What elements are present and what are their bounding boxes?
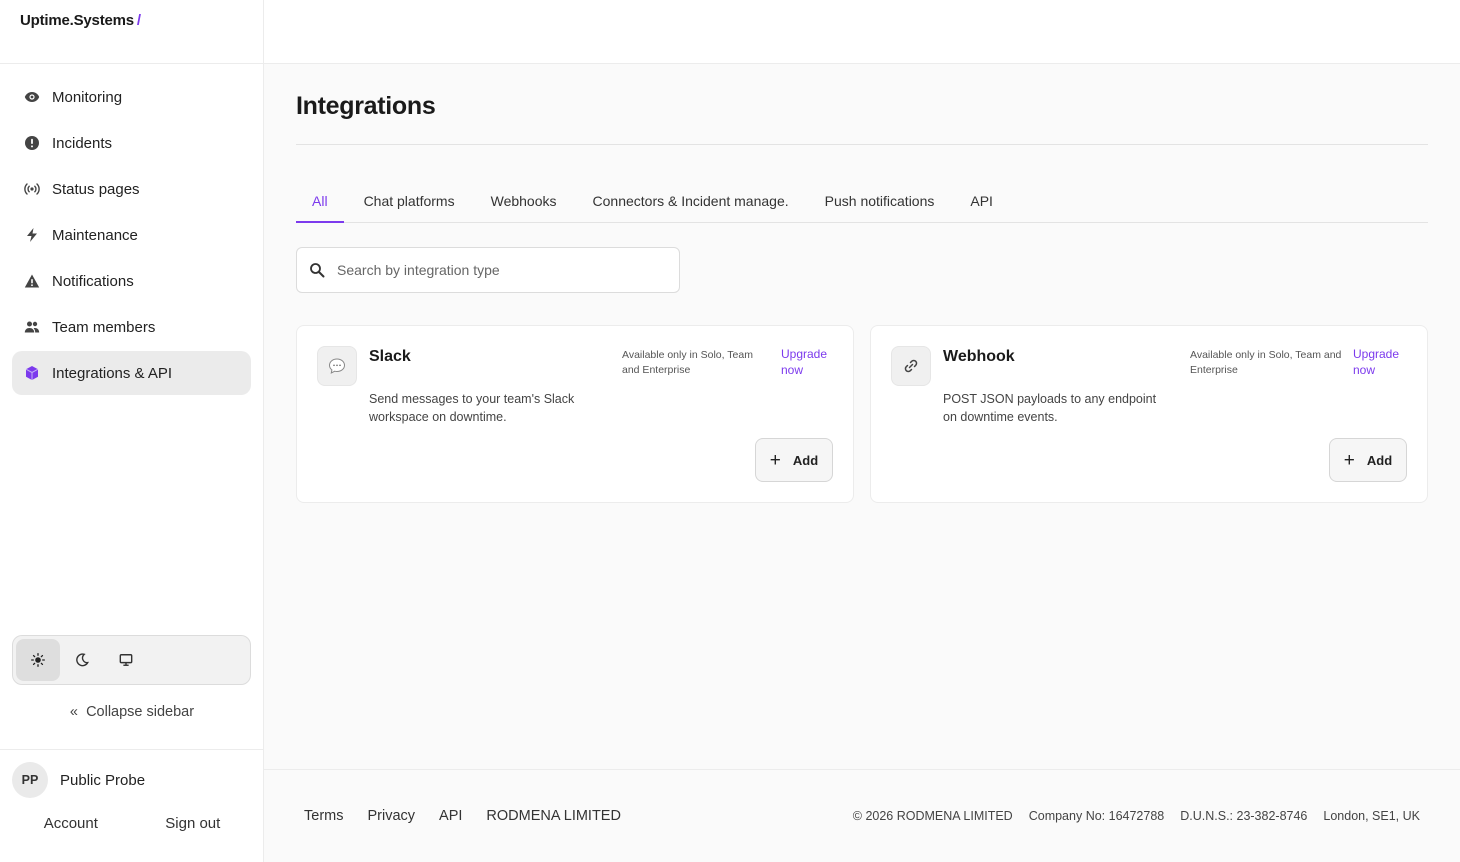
footer-link-api[interactable]: API: [439, 808, 462, 824]
title-divider: [296, 144, 1428, 145]
theme-dark-button[interactable]: [60, 639, 104, 681]
brand-slash: /: [136, 12, 141, 29]
top-bar: [264, 0, 1460, 64]
page-title: Integrations: [296, 92, 436, 120]
tab-chat-platforms[interactable]: Chat platforms: [348, 179, 471, 222]
plus-icon: +: [1343, 449, 1355, 471]
sidebar-item-label: Team members: [52, 318, 156, 336]
sidebar-item-label: Incidents: [52, 134, 113, 152]
tab-api[interactable]: API: [954, 179, 1009, 222]
footer: Terms Privacy API RODMENA LIMITED © 2026…: [264, 769, 1460, 862]
link-icon: [891, 346, 931, 386]
collapse-sidebar-label: Collapse sidebar: [86, 704, 195, 720]
availability-note: Available only in Solo, Team and Enterpr…: [1190, 349, 1342, 376]
card-description: POST JSON payloads to any endpoint on do…: [943, 392, 1157, 424]
search-input[interactable]: [337, 262, 667, 278]
sidebar: Uptime.Systems / Monitoring Incidents Sta…: [0, 0, 264, 862]
footer-company-number: Company No: 16472788: [1028, 809, 1165, 823]
sun-icon: [31, 653, 45, 667]
tab-all[interactable]: All: [296, 179, 344, 223]
account-link[interactable]: Account: [44, 815, 98, 832]
card-description: Send messages to your team's Slack works…: [369, 392, 575, 424]
sidebar-item-integrations-api[interactable]: Integrations & API: [12, 351, 251, 395]
sidebar-item-maintenance[interactable]: Maintenance: [12, 213, 251, 257]
sidebar-item-label: Notifications: [52, 272, 134, 290]
user-profile[interactable]: PP Public Probe: [0, 750, 264, 810]
sidebar-item-monitoring[interactable]: Monitoring: [12, 75, 251, 119]
upgrade-now-link[interactable]: Upgrade now: [1353, 346, 1408, 378]
footer-link-company[interactable]: RODMENA LIMITED: [486, 808, 621, 824]
main-content: Integrations All Chat platforms Webhooks…: [296, 64, 1428, 503]
sidebar-item-label: Monitoring: [52, 88, 123, 106]
add-button-label: Add: [792, 452, 819, 468]
plus-icon: +: [769, 449, 781, 471]
lightning-icon: [24, 227, 40, 243]
integration-tabs: All Chat platforms Webhooks Connectors &…: [296, 179, 1428, 223]
user-name: Public Probe: [60, 771, 146, 789]
eye-icon: [24, 89, 40, 105]
search-icon: [310, 263, 325, 278]
search-box: [296, 247, 680, 293]
integration-cards: Slack Send messages to your team's Slack…: [296, 325, 1428, 503]
sidebar-item-notifications[interactable]: Notifications: [12, 259, 251, 303]
sidebar-item-label: Status pages: [52, 180, 140, 198]
user-area: PP Public Probe Account Sign out: [0, 749, 264, 862]
theme-system-button[interactable]: [104, 639, 148, 681]
sidebar-item-label: Integrations & API: [52, 364, 173, 382]
brand-name: Uptime.Systems: [20, 12, 134, 29]
add-webhook-button[interactable]: + Add: [1329, 438, 1407, 482]
users-icon: [24, 319, 40, 335]
integration-card-slack: Slack Send messages to your team's Slack…: [296, 325, 854, 503]
brand-logo[interactable]: Uptime.Systems /: [0, 0, 263, 64]
card-title: Webhook: [943, 348, 1015, 365]
chat-bubble-icon: [317, 346, 357, 386]
tab-push-notifications[interactable]: Push notifications: [809, 179, 951, 222]
footer-duns: D.U.N.S.: 23-382-8746: [1180, 809, 1308, 823]
integration-card-webhook: Webhook POST JSON payloads to any endpoi…: [870, 325, 1428, 503]
tab-connectors[interactable]: Connectors & Incident manage.: [577, 179, 805, 222]
warning-triangle-icon: [24, 273, 40, 289]
sidebar-item-label: Maintenance: [52, 226, 138, 244]
cube-icon: [24, 365, 40, 381]
theme-light-button[interactable]: [16, 639, 60, 681]
chevrons-left-icon: «: [69, 704, 78, 720]
moon-icon: [76, 653, 89, 667]
footer-links: Terms Privacy API RODMENA LIMITED: [304, 808, 621, 824]
sidebar-item-incidents[interactable]: Incidents: [12, 121, 251, 165]
footer-info: © 2026 RODMENA LIMITED Company No: 16472…: [853, 809, 1420, 823]
tab-webhooks[interactable]: Webhooks: [475, 179, 573, 222]
add-slack-button[interactable]: + Add: [755, 438, 833, 482]
sidebar-item-team-members[interactable]: Team members: [12, 305, 251, 349]
add-button-label: Add: [1366, 452, 1393, 468]
monitor-icon: [119, 654, 133, 666]
upgrade-now-link[interactable]: Upgrade now: [781, 346, 836, 378]
card-title: Slack: [369, 348, 411, 365]
alert-circle-icon: [24, 135, 40, 151]
collapse-sidebar-button[interactable]: « Collapse sidebar: [0, 704, 264, 720]
theme-toggle: [12, 635, 251, 685]
broadcast-icon: [24, 181, 40, 197]
footer-link-privacy[interactable]: Privacy: [367, 808, 415, 824]
footer-address: London, SE1, UK: [1323, 809, 1420, 823]
user-links: Account Sign out: [0, 815, 264, 832]
avatar: PP: [12, 762, 48, 798]
sidebar-nav: Monitoring Incidents Status pages Mainte…: [0, 64, 263, 408]
footer-copyright: © 2026 RODMENA LIMITED: [852, 809, 1013, 823]
sign-out-link[interactable]: Sign out: [165, 815, 220, 832]
footer-link-terms[interactable]: Terms: [304, 808, 343, 824]
sidebar-item-status-pages[interactable]: Status pages: [12, 167, 251, 211]
availability-note: Available only in Solo, Team and Enterpr…: [622, 349, 753, 376]
